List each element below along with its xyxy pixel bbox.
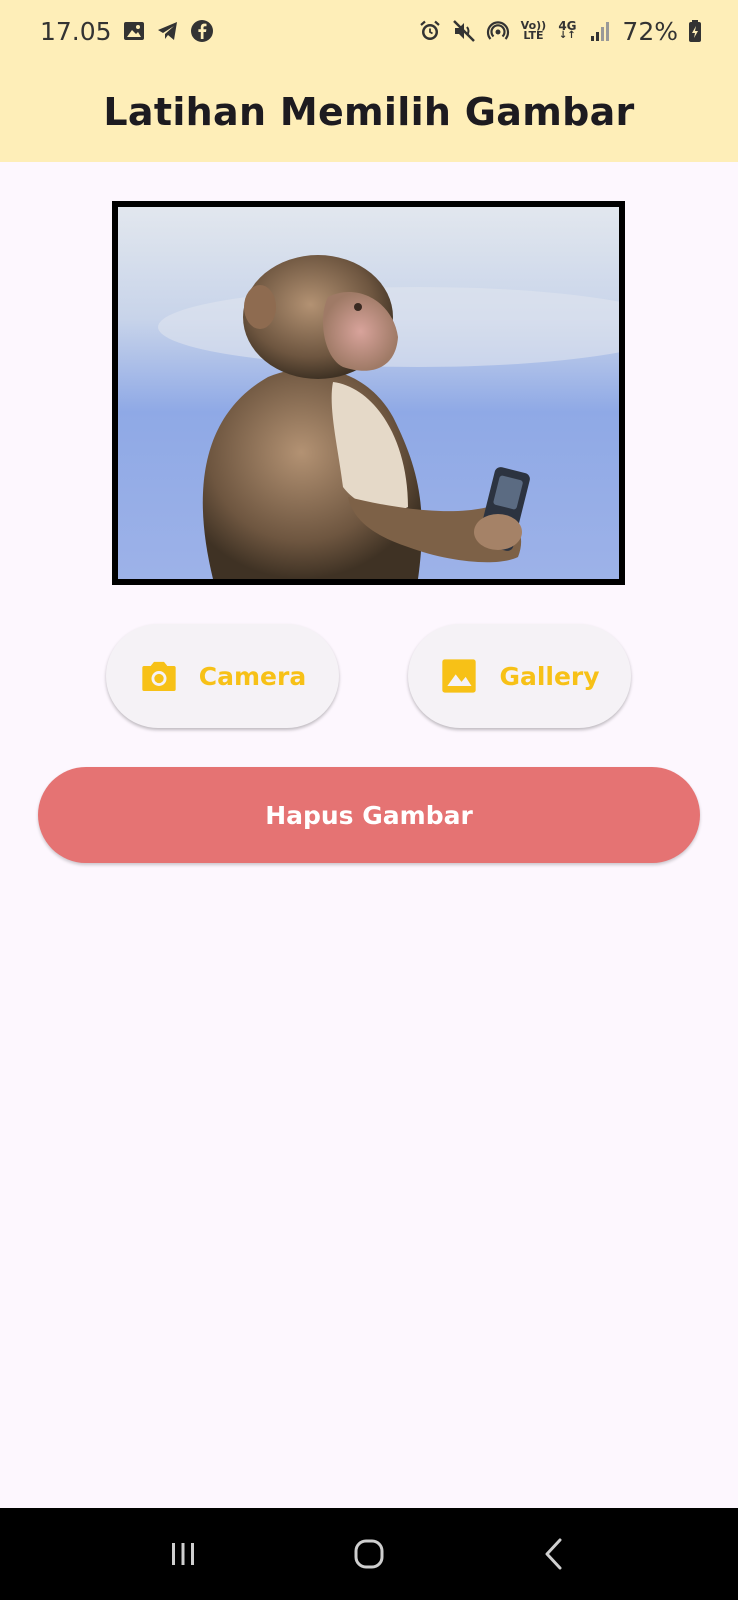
telegram-icon bbox=[156, 19, 180, 43]
navigation-bar bbox=[0, 1508, 738, 1600]
selected-image bbox=[112, 201, 625, 585]
battery-percent: 72% bbox=[622, 16, 678, 46]
alarm-icon bbox=[418, 19, 442, 43]
hotspot-icon bbox=[486, 19, 510, 43]
mute-icon bbox=[452, 19, 476, 43]
delete-image-label: Hapus Gambar bbox=[265, 800, 473, 830]
facebook-icon bbox=[190, 19, 214, 43]
battery-icon bbox=[688, 19, 702, 43]
status-right: Vo)) LTE 4G ↓↑ 72% bbox=[418, 17, 702, 46]
gallery-button[interactable]: Gallery bbox=[408, 624, 631, 728]
page-title: Latihan Memilih Gambar bbox=[103, 90, 635, 134]
camera-label: Camera bbox=[198, 661, 307, 691]
image-icon bbox=[122, 19, 146, 43]
home-icon[interactable] bbox=[339, 1524, 399, 1584]
camera-icon bbox=[139, 656, 179, 696]
gallery-label: Gallery bbox=[499, 661, 600, 691]
app-bar: Latihan Memilih Gambar bbox=[0, 62, 738, 162]
monkey-photo bbox=[118, 207, 619, 579]
status-left: 17.05 bbox=[40, 17, 214, 46]
camera-button[interactable]: Camera bbox=[106, 624, 339, 728]
status-bar: 17.05 Vo)) LTE 4G ↓↑ 72% bbox=[0, 0, 738, 62]
volte-icon: Vo)) LTE bbox=[520, 19, 547, 42]
4g-icon: 4G ↓↑ bbox=[558, 19, 577, 41]
signal-icon bbox=[588, 19, 612, 43]
gallery-icon bbox=[439, 656, 479, 696]
recent-apps-icon[interactable] bbox=[153, 1524, 213, 1584]
status-time: 17.05 bbox=[40, 16, 112, 46]
delete-image-button[interactable]: Hapus Gambar bbox=[38, 767, 700, 863]
back-icon[interactable] bbox=[525, 1524, 585, 1584]
